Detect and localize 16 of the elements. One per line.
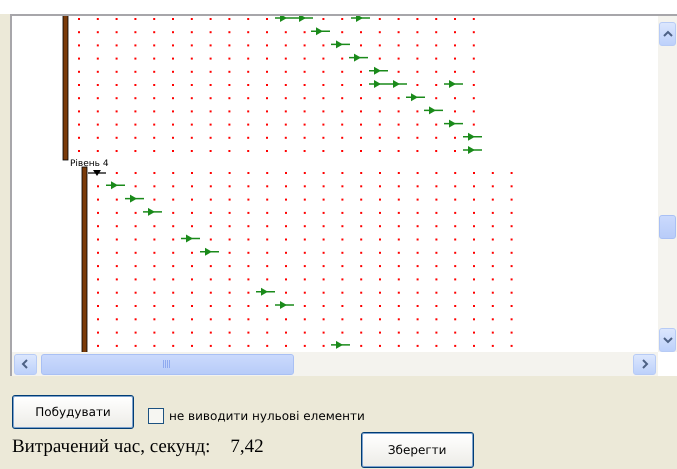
save-button[interactable]: Зберегти: [360, 432, 474, 468]
scroll-left-button[interactable]: [14, 354, 37, 374]
scroll-down-button[interactable]: [659, 328, 676, 352]
elapsed-time-value: 7,42: [230, 436, 264, 458]
elapsed-time-label: Витрачений час, секунд:: [12, 436, 210, 458]
vertical-scrollbar[interactable]: [658, 16, 677, 352]
scroll-up-button[interactable]: [659, 22, 676, 46]
build-button[interactable]: Побудувати: [12, 395, 134, 429]
horizontal-scrollbar[interactable]: [12, 352, 658, 376]
scrollbar-thumb[interactable]: [659, 215, 676, 239]
scroll-right-button[interactable]: [633, 354, 656, 374]
level-label: Рівень 4: [70, 159, 109, 169]
grip-icon: [163, 360, 172, 368]
scrollbar-thumb[interactable]: [40, 354, 294, 374]
checkbox[interactable]: [148, 408, 164, 424]
checkbox-label: не виводити нульові елементи: [169, 408, 365, 422]
